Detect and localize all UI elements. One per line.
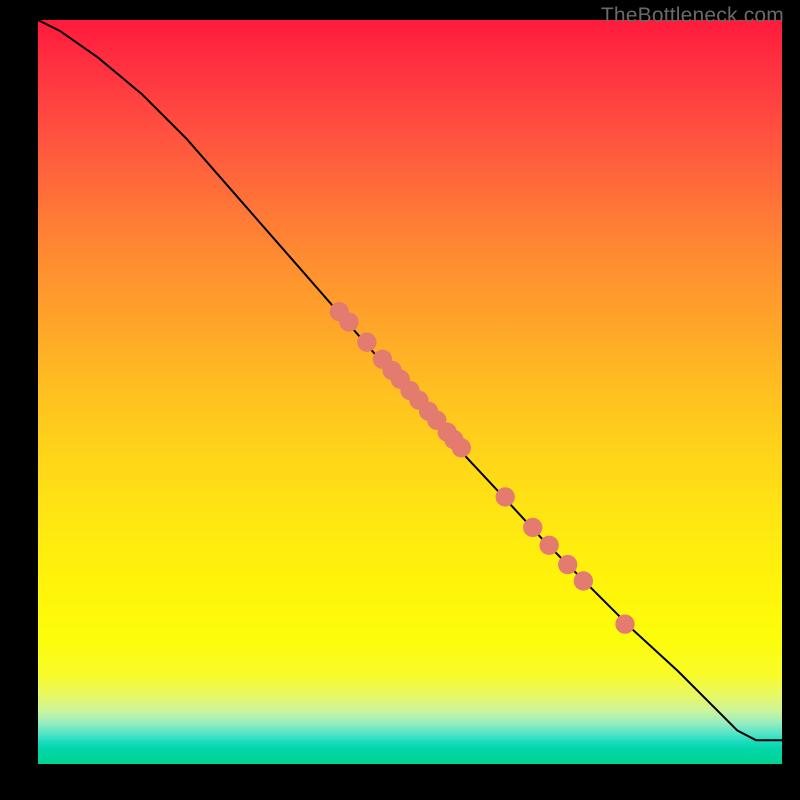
data-point xyxy=(357,332,376,351)
data-point xyxy=(523,518,542,537)
plot-area xyxy=(38,20,782,764)
chart-container: TheBottleneck.com xyxy=(0,0,800,800)
data-point xyxy=(496,487,515,506)
data-point xyxy=(615,614,634,633)
data-point xyxy=(558,555,577,574)
data-point xyxy=(539,536,558,555)
data-point xyxy=(339,312,358,331)
chart-overlay xyxy=(38,20,782,764)
data-point xyxy=(452,438,471,457)
curve-line xyxy=(38,20,782,740)
data-point xyxy=(574,571,593,590)
watermark-text: TheBottleneck.com xyxy=(601,4,784,28)
